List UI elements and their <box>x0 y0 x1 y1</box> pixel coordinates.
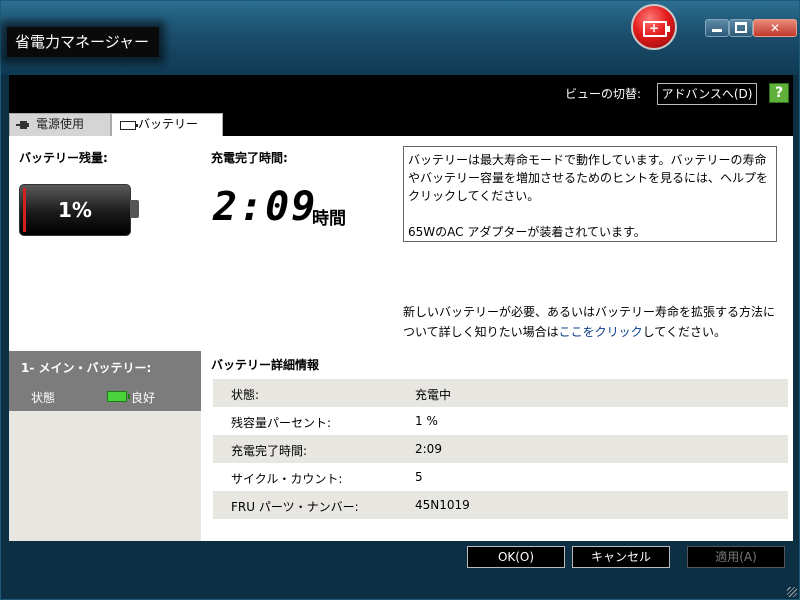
row-key: 充電完了時間: <box>231 444 308 458</box>
table-row: 充電完了時間: 2:09 <box>213 435 788 463</box>
maximize-icon <box>735 22 747 33</box>
table-row: FRU パーツ・ナンバー: 45N1019 <box>213 491 788 519</box>
tab-bar: 電源使用 バッテリー <box>9 113 793 136</box>
battery-info-box: バッテリーは最大寿命モードで動作しています。バッテリーの寿命やバッテリー容量を増… <box>403 146 777 242</box>
table-row: 残容量パーセント: 1 % <box>213 407 788 435</box>
row-value: 1 % <box>415 414 438 428</box>
view-switch-label: ビューの切替: <box>565 87 642 101</box>
dialog-footer: OK(O) キャンセル 適用(A) <box>1 541 799 599</box>
battery-percent: 1% <box>58 198 92 222</box>
battery-gauge-tip <box>130 200 139 218</box>
info-line: 65WのAC アダプターが装着されています。 <box>408 225 646 239</box>
new-battery-suffix: してください。 <box>642 325 726 339</box>
cancel-button[interactable]: キャンセル <box>572 546 670 568</box>
view-switch-bar: ビューの切替: アドバンスへ(D) ? <box>9 75 793 113</box>
apply-button[interactable]: 適用(A) <box>687 546 785 568</box>
battery-name: 1- メイン・バッテリー: <box>21 361 152 375</box>
resize-grip[interactable] <box>787 587 797 597</box>
close-button[interactable]: ✕ <box>753 19 797 37</box>
info-line: バッテリーは最大寿命モードで動作しています。バッテリーの寿命やバッテリー容量を増… <box>408 153 769 203</box>
advanced-view-button[interactable]: アドバンスへ(D) <box>657 83 757 105</box>
click-here-link[interactable]: ここをクリック <box>559 325 643 339</box>
tab-battery-label: バッテリー <box>138 117 199 131</box>
battery-status-value: 良好 <box>131 391 156 405</box>
battery-icon <box>120 121 138 130</box>
battery-good-icon <box>107 391 130 402</box>
battery-list-panel: 1- メイン・バッテリー: 状態 良好 <box>9 351 201 541</box>
help-icon[interactable]: ? <box>769 83 789 103</box>
battery-status-label: 状態 <box>31 391 56 405</box>
new-battery-text: 新しいバッテリーが必要、あるいはバッテリー寿命を拡張する方法について詳しく知りた… <box>403 302 783 342</box>
remaining-label: バッテリー残量: <box>19 151 108 165</box>
row-key: 状態: <box>231 388 260 402</box>
battery-details: バッテリー詳細情報 状態: 充電中 残容量パーセント: 1 % 充電完了時間: … <box>203 351 793 541</box>
battery-logo-icon: + <box>631 4 677 50</box>
battery-tab-content: バッテリー残量: 1% 充電完了時間: 2:09 時間 バッテリーは最大寿命モー… <box>9 136 793 541</box>
ok-button[interactable]: OK(O) <box>467 546 565 568</box>
close-icon: ✕ <box>769 21 781 35</box>
charge-time-unit: 時間 <box>312 209 346 229</box>
battery-list-item[interactable]: 1- メイン・バッテリー: 状態 良好 <box>9 351 201 411</box>
charge-time-label: 充電完了時間: <box>211 151 288 165</box>
power-manager-window: 省電力マネージャー + ✕ ビューの切替: アドバンスへ(D) ? 電源使用 バ… <box>0 0 800 600</box>
tab-battery[interactable]: バッテリー <box>111 113 223 136</box>
minimize-button[interactable] <box>705 19 729 37</box>
row-value: 2:09 <box>415 442 442 456</box>
minimize-icon <box>712 29 722 32</box>
row-key: 残容量パーセント: <box>231 416 332 430</box>
table-row: 状態: 充電中 <box>213 379 788 407</box>
details-table: 状態: 充電中 残容量パーセント: 1 % 充電完了時間: 2:09 サイクル・… <box>213 379 788 519</box>
table-row: サイクル・カウント: 5 <box>213 463 788 491</box>
plug-icon <box>16 121 32 129</box>
row-value: 45N1019 <box>415 498 470 512</box>
row-key: サイクル・カウント: <box>231 472 343 486</box>
battery-gauge: 1% <box>19 184 131 236</box>
row-value: 5 <box>415 470 423 484</box>
maximize-button[interactable] <box>729 19 753 37</box>
window-title: 省電力マネージャー <box>7 27 159 57</box>
charge-time-value: 2:09 <box>213 184 318 230</box>
tab-power-usage-label: 電源使用 <box>36 117 85 131</box>
tab-power-usage[interactable]: 電源使用 <box>9 113 111 136</box>
title-bar[interactable]: 省電力マネージャー + ✕ <box>1 1 799 75</box>
details-title: バッテリー詳細情報 <box>211 358 320 372</box>
row-key: FRU パーツ・ナンバー: <box>231 500 359 514</box>
row-value: 充電中 <box>415 388 452 402</box>
